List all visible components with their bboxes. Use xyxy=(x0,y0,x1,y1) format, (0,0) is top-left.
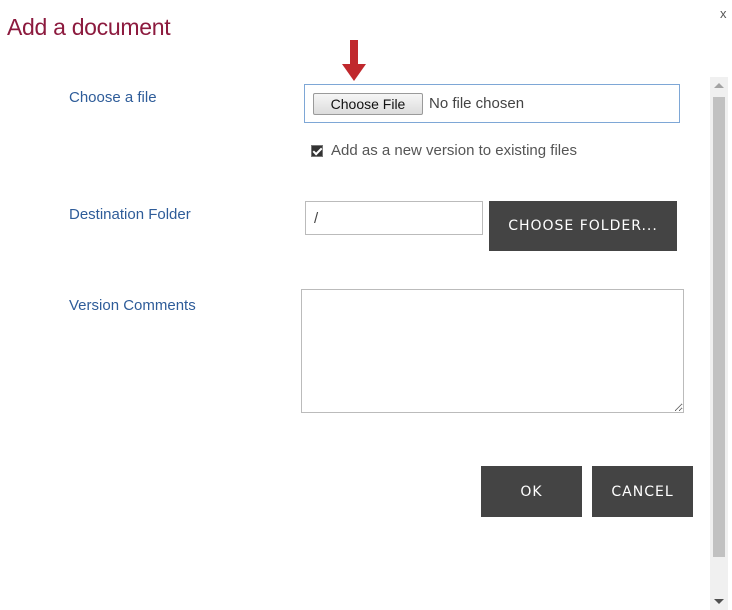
down-arrow-icon xyxy=(342,40,366,81)
scroll-down-icon[interactable] xyxy=(714,599,724,604)
scroll-up-icon[interactable] xyxy=(714,83,724,88)
close-icon[interactable]: x xyxy=(720,6,727,21)
add-version-option[interactable]: Add as a new version to existing files xyxy=(311,142,577,159)
add-version-checkbox[interactable] xyxy=(311,144,323,157)
destination-folder-input[interactable] xyxy=(305,201,483,235)
destination-folder-label: Destination Folder xyxy=(69,206,191,223)
add-version-label: Add as a new version to existing files xyxy=(331,142,577,159)
file-picker[interactable]: Choose File No file chosen xyxy=(304,84,680,123)
choose-folder-button[interactable]: CHOOSE FOLDER... xyxy=(489,201,677,251)
scroll-thumb[interactable] xyxy=(713,97,725,557)
dialog-title: Add a document xyxy=(7,14,171,40)
version-comments-textarea[interactable] xyxy=(301,289,684,413)
version-comments-label: Version Comments xyxy=(69,297,196,314)
choose-file-button[interactable]: Choose File xyxy=(313,93,423,115)
cancel-button[interactable]: CANCEL xyxy=(592,466,693,517)
vertical-scrollbar[interactable] xyxy=(710,77,728,610)
choose-file-label: Choose a file xyxy=(69,89,157,106)
ok-button[interactable]: OK xyxy=(481,466,582,517)
no-file-text: No file chosen xyxy=(429,95,525,112)
